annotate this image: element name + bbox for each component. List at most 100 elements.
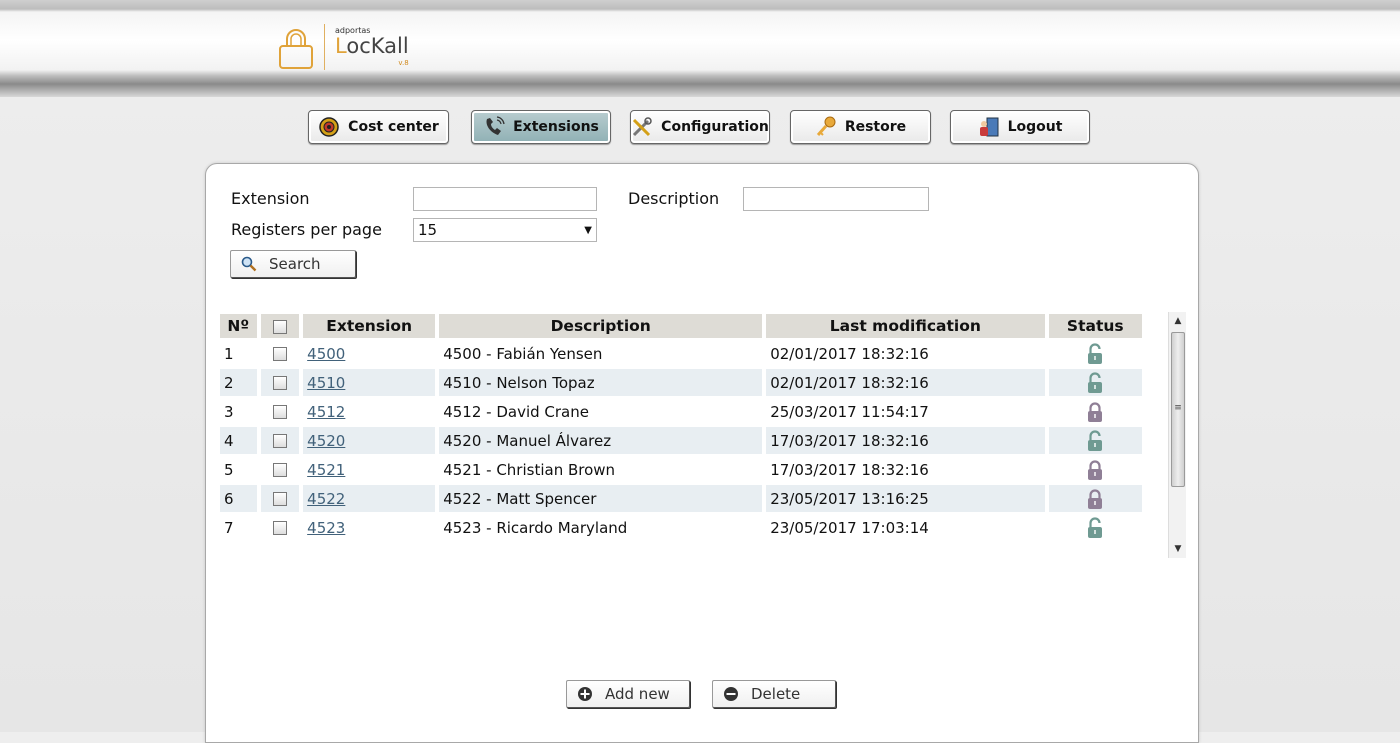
row-extension-cell: 4522 <box>303 485 436 512</box>
row-description: 4523 - Ricardo Maryland <box>443 518 628 537</box>
extension-link[interactable]: 4523 <box>307 519 345 537</box>
registers-per-page-select[interactable]: 15 ▼ <box>413 218 597 242</box>
nav-cost-center-button[interactable]: Cost center <box>308 110 449 144</box>
scroll-down-arrow-icon[interactable]: ▼ <box>1169 540 1187 558</box>
row-extension-cell: 4500 <box>303 340 435 367</box>
row-description: 4512 - David Crane <box>443 402 589 421</box>
row-number: 7 <box>224 518 234 537</box>
row-status-cell <box>1048 485 1142 512</box>
add-new-button[interactable]: Add new <box>566 680 690 708</box>
logo-product-name: LocKall <box>335 34 409 58</box>
padlock-unlocked-icon[interactable] <box>1053 429 1138 452</box>
table-row[interactable]: 4 4520 4520 - Manuel Álvarez 17/03/2017 18:… <box>220 427 1142 454</box>
key-icon <box>816 116 836 136</box>
header-select-all <box>260 314 300 338</box>
logo-version: v.8 <box>398 59 409 67</box>
row-number: 2 <box>220 369 257 396</box>
nav-extensions-button[interactable]: Extensions <box>471 110 611 144</box>
row-number: 1 <box>224 344 234 363</box>
header-status[interactable]: Status <box>1048 314 1142 338</box>
table-scrollbar[interactable]: ▲ ≡ ▼ <box>1168 312 1186 558</box>
row-checkbox-cell <box>261 456 300 483</box>
row-number: 5 <box>224 460 234 479</box>
extension-filter-label: Extension <box>231 189 310 208</box>
padlock-unlocked-icon[interactable] <box>1053 516 1138 539</box>
description-filter-label: Description <box>628 189 720 208</box>
row-checkbox[interactable] <box>272 521 287 535</box>
row-last-modification: 02/01/2017 18:32:16 <box>766 369 1045 396</box>
logout-icon <box>979 117 999 137</box>
row-number: 3 <box>224 402 234 421</box>
padlock-unlocked-icon[interactable] <box>1053 371 1138 394</box>
minus-circle-icon <box>724 687 738 701</box>
row-status-cell <box>1049 398 1142 425</box>
extension-link[interactable]: 4500 <box>307 345 345 363</box>
extension-link[interactable]: 4522 <box>307 490 345 508</box>
row-checkbox[interactable] <box>272 492 287 506</box>
row-checkbox-cell <box>260 427 300 454</box>
table-row[interactable]: 7 4523 4523 - Ricardo Maryland 23/05/2017 1… <box>220 514 1142 541</box>
table-header-row: Nº Extension Description Last modificati… <box>220 314 1142 338</box>
cost-center-icon <box>319 117 339 137</box>
row-checkbox-cell <box>261 340 300 367</box>
table-row[interactable]: 5 4521 4521 - Christian Brown 17/03/2017 18… <box>220 456 1142 483</box>
padlock-locked-icon[interactable] <box>1053 488 1138 510</box>
table-row[interactable]: 2 4510 4510 - Nelson Topaz 02/01/2017 18:32… <box>220 369 1142 396</box>
magnifier-icon <box>241 256 257 272</box>
nav-configuration-button[interactable]: Configuration <box>630 110 770 144</box>
phone-icon <box>486 116 505 135</box>
header-description[interactable]: Description <box>439 314 763 338</box>
row-checkbox[interactable] <box>272 463 287 477</box>
extension-link[interactable]: 4520 <box>307 432 345 450</box>
nav-logout-button[interactable]: Logout <box>950 110 1090 144</box>
table-row[interactable]: 1 4500 4500 - Fabián Yensen 02/01/2017 18:3… <box>220 340 1142 367</box>
app-logo: adportas LocKall v.8 <box>278 24 409 74</box>
description-filter-input[interactable] <box>743 187 929 211</box>
header-band <box>0 0 1400 97</box>
delete-button[interactable]: Delete <box>712 680 836 708</box>
plus-circle-icon <box>578 687 592 701</box>
extensions-table: Nº Extension Description Last modificati… <box>220 312 1146 543</box>
extensions-table-viewport: Nº Extension Description Last modificati… <box>220 312 1146 558</box>
row-number: 4 <box>220 427 257 454</box>
padlock-locked-icon[interactable] <box>1053 401 1138 423</box>
row-last-modification: 17/03/2017 18:32:16 <box>766 427 1045 454</box>
dropdown-arrow-icon: ▼ <box>584 224 592 236</box>
scroll-up-arrow-icon[interactable]: ▲ <box>1169 312 1187 330</box>
row-status-cell <box>1049 514 1142 541</box>
nav-restore-button[interactable]: Restore <box>790 110 931 144</box>
row-last-modification: 02/01/2017 18:32:16 <box>770 344 929 363</box>
extension-filter-input[interactable] <box>413 187 597 211</box>
header-extension[interactable]: Extension <box>303 314 436 338</box>
row-status-cell <box>1049 456 1142 483</box>
select-all-checkbox[interactable] <box>272 319 287 334</box>
row-checkbox[interactable] <box>272 434 287 448</box>
header-number: Nº <box>220 314 257 338</box>
row-checkbox-cell <box>260 485 300 512</box>
padlock-unlocked-icon[interactable] <box>1053 342 1138 365</box>
row-last-modification: 25/03/2017 11:54:17 <box>770 402 929 421</box>
extension-link[interactable]: 4521 <box>307 461 345 479</box>
logo-divider <box>324 24 325 70</box>
extension-link[interactable]: 4510 <box>307 374 345 392</box>
padlock-locked-icon[interactable] <box>1053 459 1138 481</box>
row-description: 4522 - Matt Spencer <box>439 485 763 512</box>
extension-link[interactable]: 4512 <box>307 403 345 421</box>
row-checkbox[interactable] <box>272 347 287 361</box>
row-status-cell <box>1048 369 1142 396</box>
search-button[interactable]: Search <box>230 250 356 278</box>
row-checkbox[interactable] <box>272 376 287 390</box>
table-row[interactable]: 3 4512 4512 - David Crane 25/03/2017 11:54:… <box>220 398 1142 425</box>
header-last-modification[interactable]: Last modification <box>766 314 1045 338</box>
row-extension-cell: 4510 <box>303 369 436 396</box>
row-status-cell <box>1049 340 1142 367</box>
row-last-modification: 17/03/2017 18:32:16 <box>770 460 929 479</box>
table-row[interactable]: 6 4522 4522 - Matt Spencer 23/05/2017 13:16… <box>220 485 1142 512</box>
table-body: 1 4500 4500 - Fabián Yensen 02/01/2017 18:3… <box>220 340 1142 541</box>
row-checkbox[interactable] <box>272 405 287 419</box>
scroll-thumb[interactable]: ≡ <box>1171 332 1185 487</box>
row-number: 6 <box>220 485 257 512</box>
registers-per-page-label: Registers per page <box>231 220 382 239</box>
row-status-cell <box>1048 427 1142 454</box>
row-extension-cell: 4512 <box>303 398 435 425</box>
